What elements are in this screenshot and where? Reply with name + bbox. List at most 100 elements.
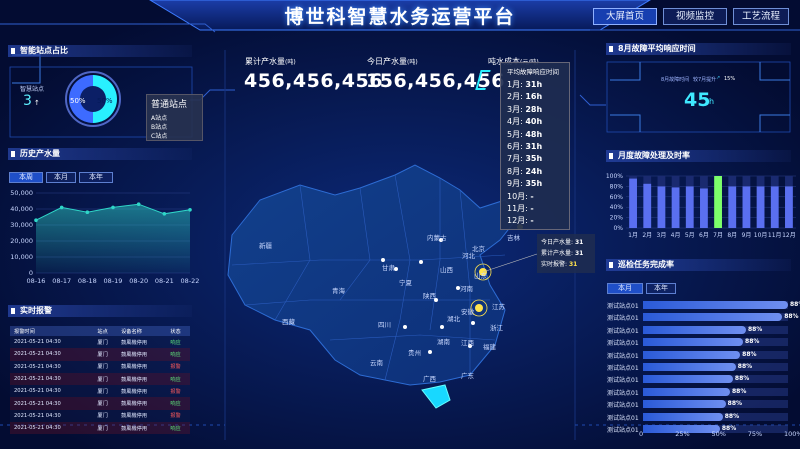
bar xyxy=(728,186,737,228)
tab-month[interactable]: 本月 xyxy=(46,172,76,183)
tab-insp-month[interactable]: 本月 xyxy=(607,283,643,294)
data-point xyxy=(136,202,141,206)
bar xyxy=(671,187,680,228)
table-cell: 报警 xyxy=(166,409,190,423)
table-cell: 厦门 xyxy=(93,397,118,410)
tooltip-hours: - xyxy=(530,191,534,201)
table-cell: 响应 xyxy=(166,336,190,349)
x-tick-label: 4月 xyxy=(671,232,681,239)
inspection-label: 测试站点01 xyxy=(607,303,639,310)
column-header: 报警时间 xyxy=(10,326,94,336)
section-history: 历史产水量 xyxy=(8,148,192,160)
bar xyxy=(770,186,779,228)
table-cell: 厦门 xyxy=(93,385,118,398)
bar xyxy=(714,176,722,228)
progress-value: 88% xyxy=(724,412,740,420)
table-cell: 报警 xyxy=(166,360,190,373)
inspection-label: 测试站点01 xyxy=(607,402,639,410)
province-label: 甘肃 xyxy=(382,264,395,272)
station-total-label: 累计产水量: xyxy=(541,250,574,257)
table-cell: 鼓風機停用 xyxy=(117,397,167,410)
progress-track xyxy=(643,313,788,322)
station-tooltip: 今日产水量: 31 累计产水量: 31 实时报警: 31 xyxy=(537,234,595,273)
table-cell: 2021-05-21 04:30 xyxy=(10,348,94,361)
kpi-total-label: 累计产水量(吨) xyxy=(245,57,296,66)
tooltip-row: 5月: 48h xyxy=(507,129,569,141)
data-point xyxy=(85,210,90,214)
axis-tick-label: 100% xyxy=(784,430,800,438)
tooltip-month: 12月: xyxy=(507,216,528,226)
table-cell: 2021-05-21 04:30 xyxy=(10,422,94,435)
progress-value: 88% xyxy=(747,325,763,333)
nav-home[interactable]: 大屏首页 xyxy=(593,8,657,25)
section-response-time: 8月故障平均响应时间 xyxy=(606,43,791,55)
province-label: 广东 xyxy=(461,372,474,380)
table-cell: 2021-05-21 04:30 xyxy=(10,336,94,349)
table-row[interactable]: 2021-05-21 04:30 厦门 鼓風機停用 报警 xyxy=(10,409,190,423)
x-tick-label: 12月 xyxy=(782,232,796,239)
progress-fill xyxy=(643,375,733,384)
table-cell: 报警 xyxy=(166,385,190,398)
progress-fill xyxy=(643,313,783,322)
section-alarms: 实时报警 xyxy=(8,305,192,317)
tab-insp-year[interactable]: 本年 xyxy=(646,283,676,294)
tooltip-hours: 31h xyxy=(525,80,543,89)
kpi-today-label: 今日产水量(吨) xyxy=(367,57,418,66)
inspection-label: 测试站点01 xyxy=(607,377,639,385)
table-cell: 2021-05-21 04:30 xyxy=(10,360,94,373)
nav-process[interactable]: 工艺流程 xyxy=(733,8,789,25)
table-row[interactable]: 2021-05-21 04:30 厦门 鼓風機停用 报警 xyxy=(10,360,190,373)
progress-fill xyxy=(643,301,788,309)
table-row[interactable]: 2021-05-21 04:30 厦门 鼓風機停用 报警 xyxy=(10,385,190,398)
monthly-bar-chart: 0%20%40%60%80%100%1月 2月 3月 4月 5月 6月 7月 8月 9月 10月 1… xyxy=(606,173,796,239)
y-tick-label: 0% xyxy=(613,225,623,232)
progress-value: 88% xyxy=(737,363,753,370)
progress-track xyxy=(643,301,788,309)
progress-fill xyxy=(643,363,736,371)
station-alarm-value: 31 xyxy=(568,261,578,268)
progress-track xyxy=(643,387,788,396)
tab-year[interactable]: 本年 xyxy=(79,172,113,183)
progress-fill xyxy=(643,350,741,359)
inspection-label: 测试站点01 xyxy=(607,414,639,422)
response-sub-left: 8月故障时间 xyxy=(661,77,690,83)
province-label: 四川 xyxy=(378,321,391,329)
progress-track xyxy=(643,325,788,334)
table-row[interactable]: 2021-05-21 04:30 厦门 鼓風機停用 响应 xyxy=(10,422,190,435)
province-label: 内蒙古 xyxy=(427,234,447,242)
x-tick-label: 10月 xyxy=(754,232,768,239)
progress-fill xyxy=(643,400,726,409)
bar xyxy=(756,186,765,228)
table-cell: 厦门 xyxy=(93,360,118,373)
tooltip-row: 9月: 35h xyxy=(507,178,569,190)
inspection-label: 测试站点01 xyxy=(607,389,639,397)
data-point xyxy=(59,205,64,210)
up-arrow-icon: ↑ xyxy=(34,99,40,107)
station-alarm-label: 实时报警: xyxy=(541,261,568,268)
x-tick-label: 08-21 xyxy=(155,277,174,285)
legend-item: A站点 xyxy=(151,115,168,122)
column-header: 站点 xyxy=(93,326,118,336)
tooltip-month: 7月: xyxy=(507,154,523,164)
legend-item: C站点 xyxy=(151,133,168,140)
progress-value: 88% xyxy=(732,387,747,395)
province-label: 福建 xyxy=(483,343,496,351)
province-label: 浙江 xyxy=(490,324,503,332)
tooltip-title: 平均故障响应时间 xyxy=(507,68,559,76)
table-row[interactable]: 2021-05-21 04:30 厦门 鼓風機停用 响应 xyxy=(10,336,190,349)
province-label: 河南 xyxy=(460,285,473,293)
tooltip-row: 10月: - xyxy=(507,191,569,203)
table-row[interactable]: 2021-05-21 04:30 厦门 鼓風機停用 响应 xyxy=(10,397,190,410)
province-label: 山西 xyxy=(440,266,453,274)
y-tick-label: 20% xyxy=(610,215,624,222)
map-tooltip: 平均故障响应时间 1月: 31h 2月: 16h 3月: 28h 4月: 40h 5月:… xyxy=(500,62,570,230)
x-tick-label: 08-16 xyxy=(27,277,46,285)
tooltip-hours: 16h xyxy=(525,92,543,102)
inspection-label: 测试站点01 xyxy=(607,327,639,335)
nav-video[interactable]: 视频监控 xyxy=(663,8,727,25)
tab-week[interactable]: 本周 xyxy=(9,172,43,183)
axis-tick-label: 25% xyxy=(675,430,690,438)
table-row[interactable]: 2021-05-21 04:30 厦门 鼓風機停用 响应 xyxy=(10,372,190,386)
axis-tick-label: 50% xyxy=(711,430,726,438)
table-row[interactable]: 2021-05-21 04:30 厦门 鼓風機停用 响应 xyxy=(10,348,190,361)
